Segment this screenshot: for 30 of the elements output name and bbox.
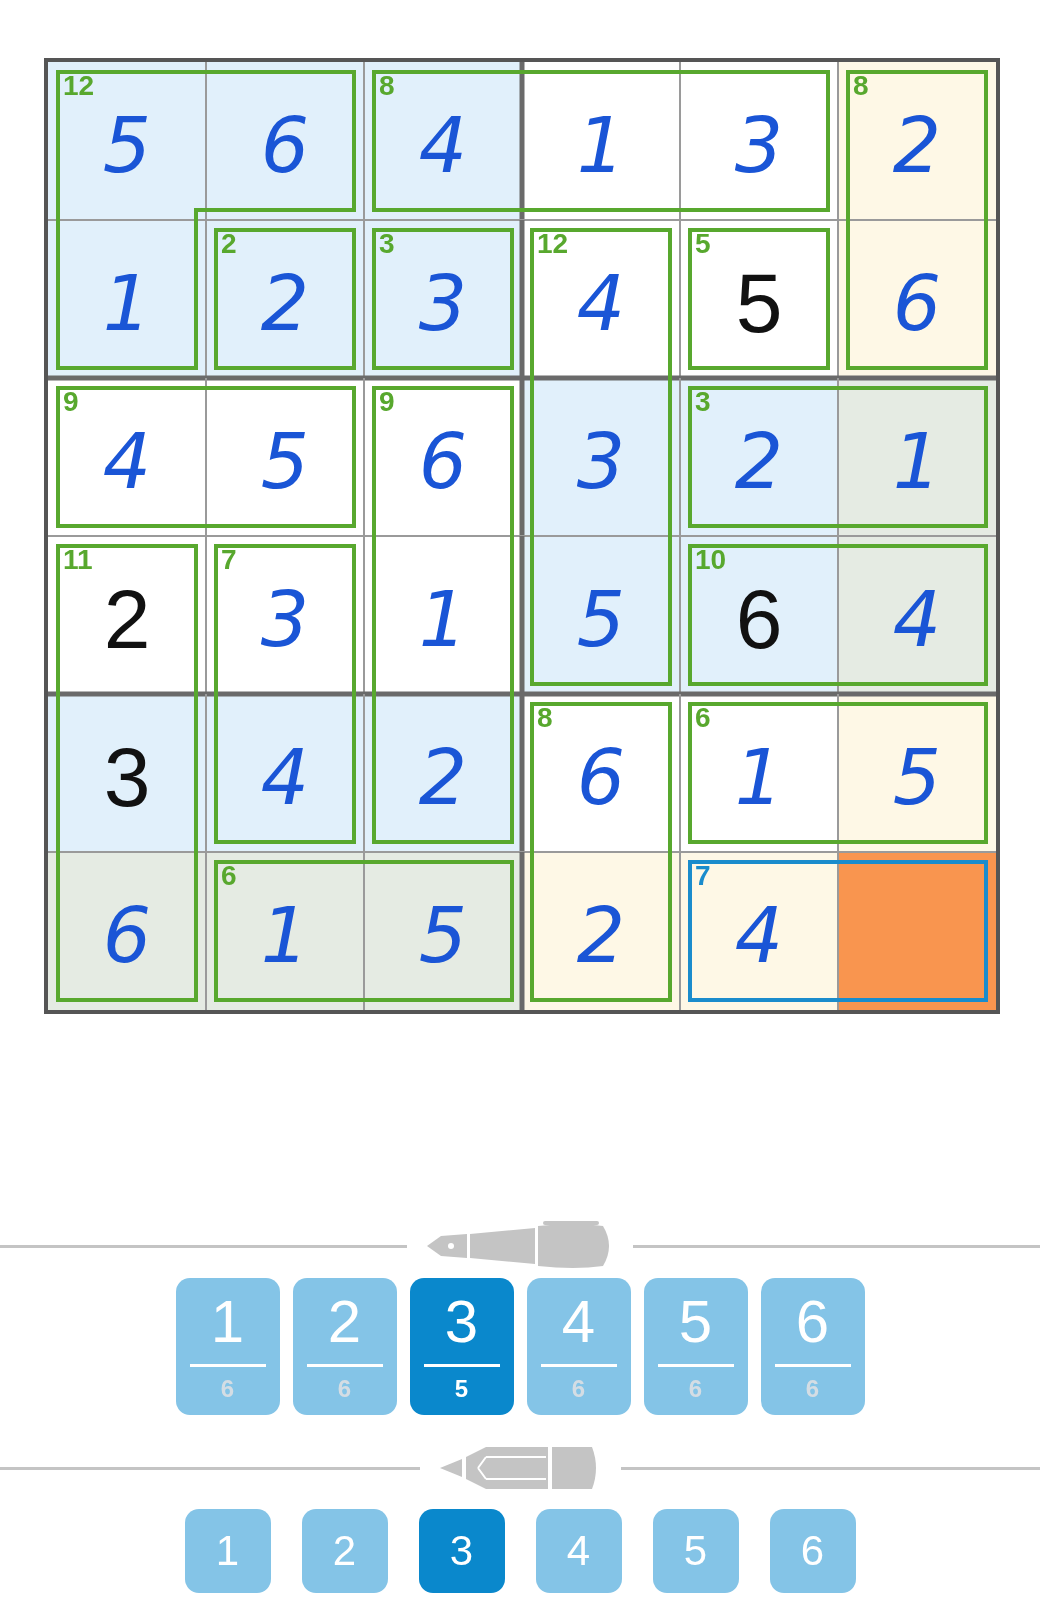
sudoku-cell[interactable]: 3 — [522, 378, 680, 536]
cage-sum: 8 — [379, 72, 395, 100]
cage-sum: 8 — [537, 704, 553, 732]
sudoku-cell[interactable]: 1 6 — [206, 852, 364, 1010]
cage-sum: 3 — [379, 230, 395, 258]
cage-sum: 8 — [853, 72, 869, 100]
cage-sum: 12 — [63, 72, 95, 100]
cage-sum: 6 — [221, 862, 237, 890]
sudoku-cell[interactable]: 5 12 — [48, 62, 206, 220]
cage-sum: 5 — [695, 230, 711, 258]
sudoku-cell[interactable]: 3 — [48, 694, 206, 852]
pencil-digit-button[interactable]: 3 — [418, 1509, 505, 1593]
sudoku-cell[interactable]: 4 7 — [680, 852, 838, 1010]
cage-sum: 10 — [695, 546, 727, 574]
cage-sum: 7 — [695, 862, 711, 890]
sudoku-cell[interactable]: 4 8 — [364, 62, 522, 220]
sudoku-cell[interactable] — [838, 852, 996, 1010]
pen-digit-button[interactable]: 3 5 — [409, 1278, 514, 1415]
cage-sum: 2 — [221, 230, 237, 258]
cage-sum: 12 — [537, 230, 569, 258]
cage-sum: 7 — [221, 546, 237, 574]
cage-sum: 11 — [63, 546, 93, 574]
sudoku-cell[interactable]: 6 — [48, 852, 206, 1010]
cage-sum: 9 — [63, 388, 79, 416]
sudoku-cell[interactable]: 1 — [48, 220, 206, 378]
cage-sum: 3 — [695, 388, 711, 416]
cage-sum: 6 — [695, 704, 711, 732]
cage-sum: 9 — [379, 388, 395, 416]
sudoku-cell[interactable]: 2 8 — [838, 62, 996, 220]
sudoku-cell[interactable]: 6 — [206, 62, 364, 220]
